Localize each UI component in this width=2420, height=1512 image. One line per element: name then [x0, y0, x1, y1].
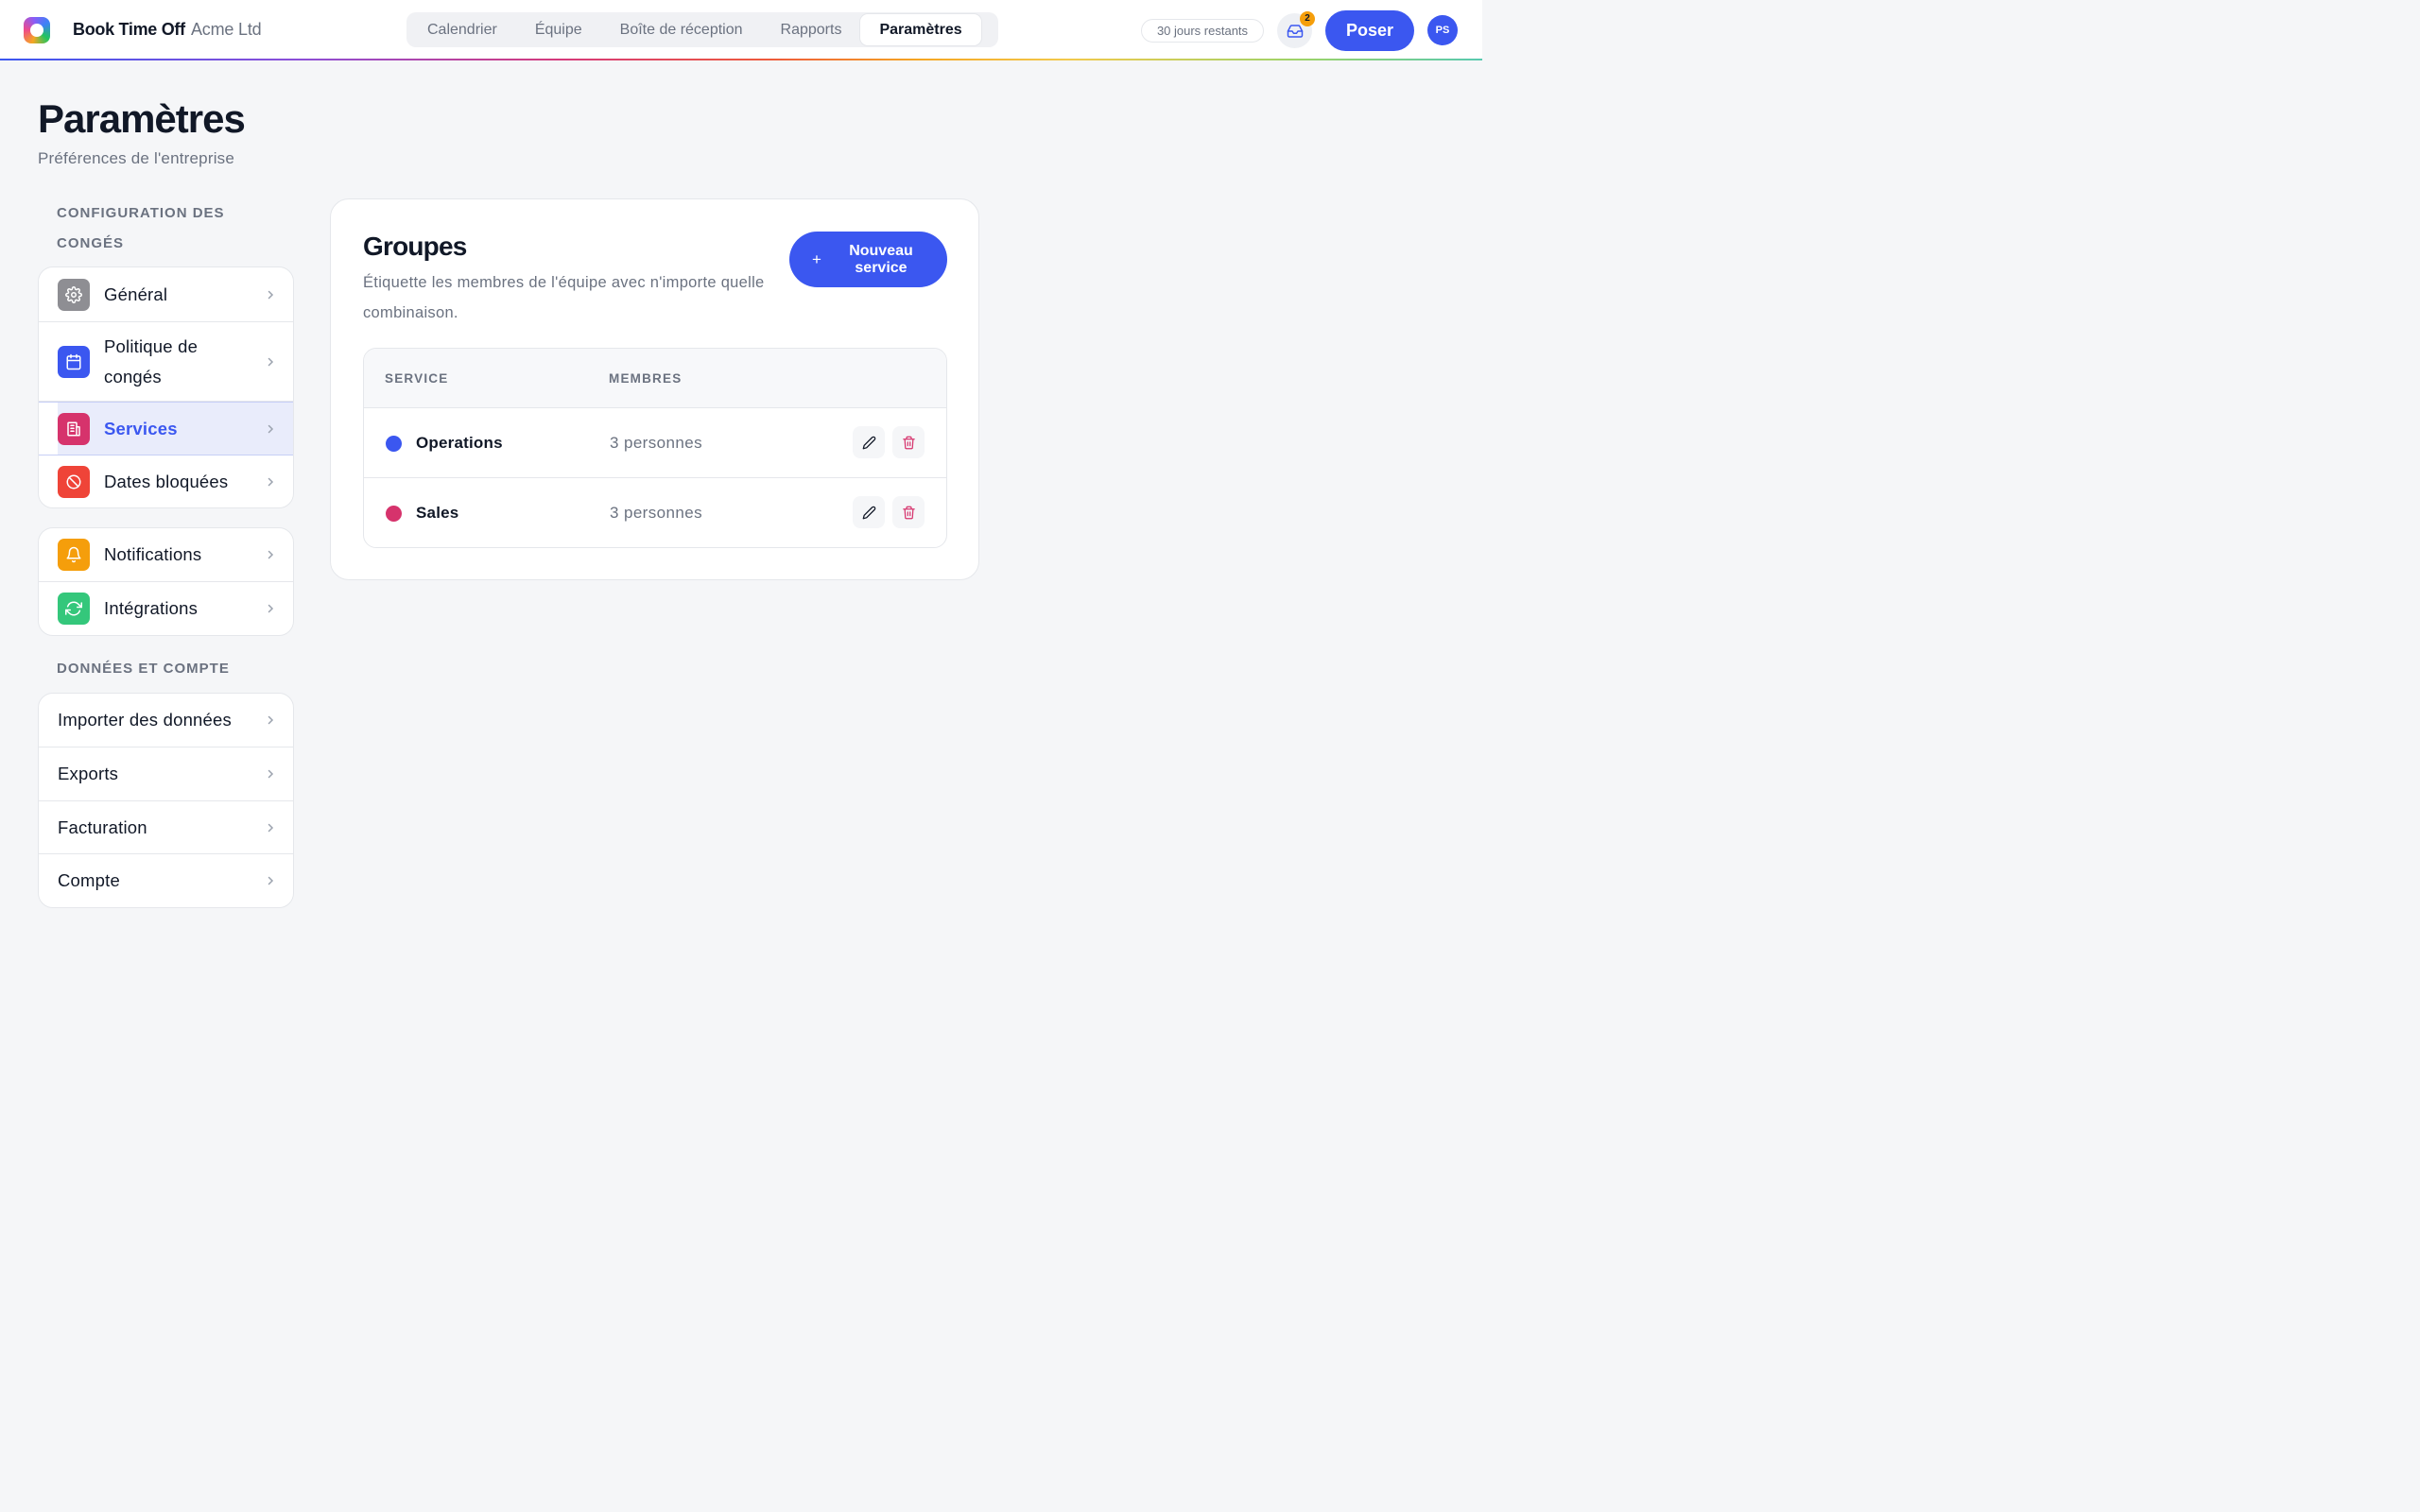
trash-icon: [902, 506, 915, 519]
pencil-icon: [862, 436, 875, 449]
chevron-right-icon: [268, 769, 274, 779]
new-service-button[interactable]: + Nouveau service: [789, 232, 947, 287]
chevron-right-icon: [268, 715, 274, 725]
service-color-dot: [386, 436, 402, 452]
tab-rapports[interactable]: Rapports: [762, 14, 861, 45]
sidebar-item-import[interactable]: Importer des données: [39, 694, 293, 747]
sidebar-item-billing[interactable]: Facturation: [39, 801, 293, 854]
header-accent-line: [0, 59, 1482, 60]
pencil-icon: [862, 506, 875, 519]
page-title: Paramètres: [38, 96, 246, 141]
sidebar-item-leave-policy[interactable]: Politique de congés: [39, 322, 293, 402]
tab-parametres[interactable]: Paramètres: [860, 14, 981, 45]
column-header-members: MEMBRES: [609, 371, 683, 386]
chevron-right-icon: [268, 477, 274, 486]
trash-icon: [902, 436, 915, 449]
sidebar-item-blocked-dates[interactable]: Dates bloquées: [39, 455, 293, 507]
edit-button[interactable]: [853, 496, 885, 528]
sidebar-item-label: Politique de congés: [104, 335, 199, 387]
table-row: Operations 3 personnes: [364, 408, 946, 478]
gear-icon: [58, 278, 90, 311]
plus-icon: +: [812, 249, 821, 268]
inbox-count-badge: 2: [1300, 11, 1315, 26]
nav-group-data-account: Importer des données Exports Facturation…: [38, 693, 294, 908]
chevron-right-icon: [268, 823, 274, 832]
sidebar-item-notifications[interactable]: Notifications: [39, 528, 293, 582]
user-avatar[interactable]: PS: [1427, 15, 1458, 45]
sidebar-item-label: Notifications: [104, 544, 202, 564]
chevron-right-icon: [268, 424, 274, 433]
chevron-right-icon: [268, 550, 274, 559]
groups-card: Groupes Étiquette les membres de l'équip…: [330, 198, 979, 580]
building-icon: [58, 412, 90, 445]
services-table: SERVICE MEMBRES Operations 3 personnes S…: [363, 348, 947, 548]
delete-button[interactable]: [892, 496, 925, 528]
chevron-right-icon: [268, 357, 274, 366]
nav-group-notifications: Notifications Intégrations: [38, 527, 294, 636]
brand-name: Book Time Off: [73, 20, 185, 39]
tab-equipe[interactable]: Équipe: [516, 14, 601, 45]
days-remaining-badge: 30 jours restants: [1141, 19, 1264, 43]
sidebar-item-label: Importer des données: [58, 710, 232, 730]
bell-icon: [58, 539, 90, 571]
sidebar-item-label: Dates bloquées: [104, 471, 229, 491]
service-color-dot: [386, 506, 402, 522]
app-logo[interactable]: [24, 17, 50, 43]
new-service-label: Nouveau service: [849, 242, 913, 276]
company-name: Acme Ltd: [191, 20, 262, 39]
edit-button[interactable]: [853, 426, 885, 458]
service-members: 3 personnes: [610, 434, 702, 452]
main-nav-tabs: Calendrier Équipe Boîte de réception Rap…: [406, 12, 998, 47]
nav-group-leave-config: Général Politique de congés Services Dat…: [38, 266, 294, 508]
block-icon: [58, 465, 90, 498]
sidebar-item-exports[interactable]: Exports: [39, 747, 293, 801]
tab-boite-de-reception[interactable]: Boîte de réception: [601, 14, 762, 45]
table-row: Sales 3 personnes: [364, 478, 946, 547]
card-title: Groupes: [363, 232, 467, 261]
sidebar-item-label: Intégrations: [104, 598, 199, 618]
service-name: Operations: [416, 434, 503, 452]
tab-calendrier[interactable]: Calendrier: [408, 14, 516, 45]
sidebar-item-label: Général: [104, 284, 168, 304]
chevron-right-icon: [268, 290, 274, 299]
card-description: Étiquette les membres de l'équipe avec n…: [363, 274, 765, 321]
column-header-service: SERVICE: [385, 371, 449, 386]
page-subtitle: Préférences de l'entreprise: [38, 149, 235, 167]
sidebar-item-label: Compte: [58, 870, 120, 890]
calendar-icon: [58, 345, 90, 378]
section-label-leave-config: CONFIGURATION DES CONGÉS: [57, 205, 225, 251]
sidebar-item-account[interactable]: Compte: [39, 854, 293, 907]
sidebar-item-general[interactable]: Général: [39, 267, 293, 322]
inbox-icon: [1287, 24, 1303, 38]
service-name: Sales: [416, 504, 459, 522]
section-label-data-account: DONNÉES ET COMPTE: [57, 661, 230, 677]
chevron-right-icon: [268, 604, 274, 613]
sidebar-item-label: Facturation: [58, 816, 147, 837]
chevron-right-icon: [268, 876, 274, 885]
sidebar-item-services[interactable]: Services: [39, 402, 293, 455]
table-header: SERVICE MEMBRES: [364, 349, 946, 408]
refresh-icon: [58, 593, 90, 625]
sidebar-item-integrations[interactable]: Intégrations: [39, 582, 293, 635]
top-bar: Book Time Off Acme Ltd Calendrier Équipe…: [0, 0, 1482, 60]
poser-button[interactable]: Poser: [1325, 10, 1414, 51]
service-members: 3 personnes: [610, 504, 702, 522]
sidebar-item-label: Exports: [58, 764, 119, 783]
sidebar-item-label: Services: [104, 418, 178, 438]
delete-button[interactable]: [892, 426, 925, 458]
